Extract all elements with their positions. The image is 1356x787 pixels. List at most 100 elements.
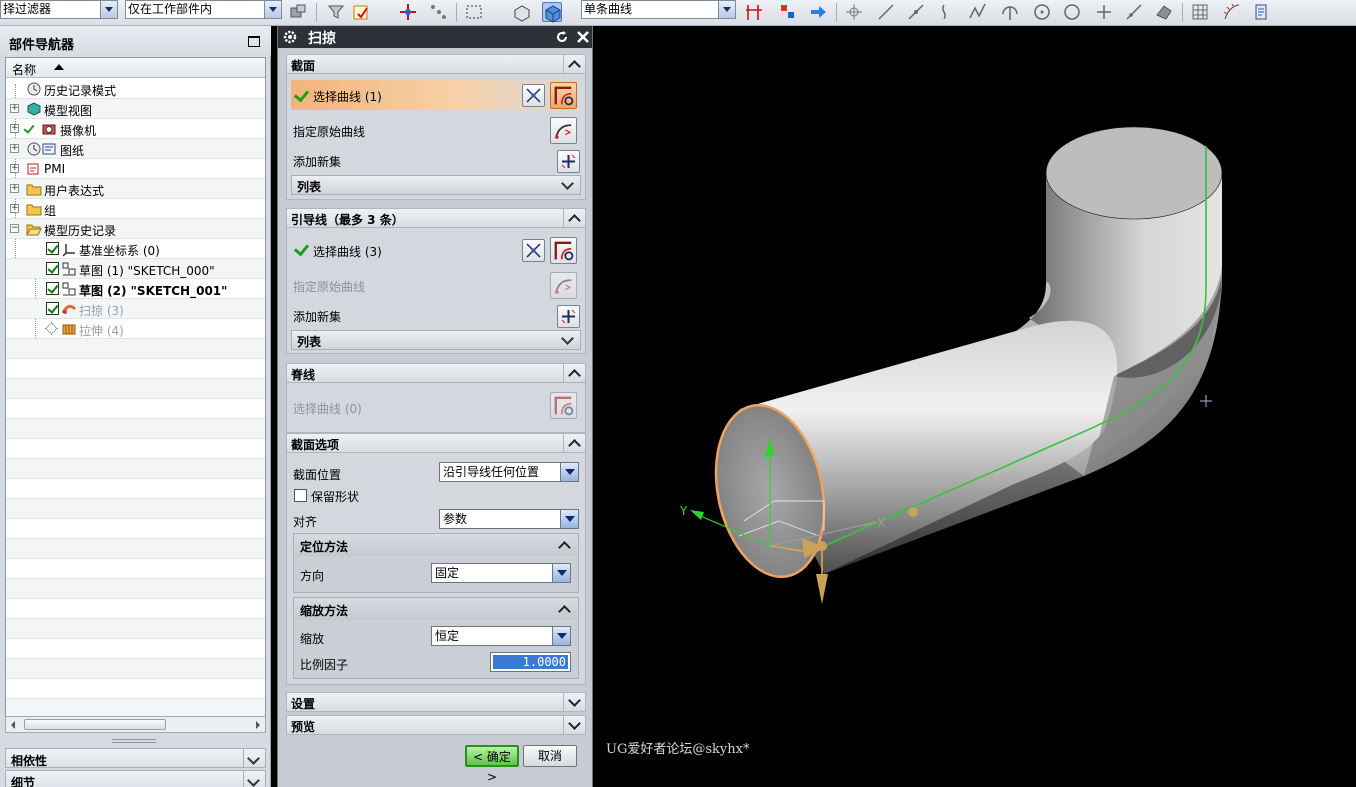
select-all-icon[interactable] bbox=[352, 2, 372, 22]
chevron-down-icon[interactable] bbox=[243, 771, 265, 787]
graphics-window[interactable]: Y X Z bbox=[594, 26, 1356, 787]
rectangle-select-icon[interactable] bbox=[464, 2, 484, 22]
dependencies-panel[interactable]: 相依性 bbox=[5, 748, 266, 768]
gear-icon[interactable] bbox=[282, 29, 298, 45]
tree-item-model-views[interactable]: + 模型视图 bbox=[6, 99, 265, 119]
chevron-down-icon[interactable] bbox=[563, 693, 585, 711]
expand-icon[interactable]: + bbox=[10, 204, 19, 213]
preview-group-header[interactable]: 预览 bbox=[286, 715, 586, 735]
chevron-down-icon[interactable] bbox=[563, 716, 585, 734]
add-new-set-button[interactable] bbox=[557, 150, 580, 173]
tree-item-swept[interactable]: 扫掠 (3) bbox=[6, 299, 265, 319]
section-group-header[interactable]: 截面 bbox=[286, 54, 586, 74]
orientation-direction-dropdown[interactable]: 固定 bbox=[431, 563, 571, 583]
point-on-face-icon[interactable] bbox=[1154, 2, 1174, 22]
snap-point-icon[interactable] bbox=[398, 2, 418, 22]
tree-item-groups[interactable]: + 组 bbox=[6, 199, 265, 219]
grid-icon[interactable] bbox=[1190, 2, 1210, 22]
collapse-icon[interactable]: − bbox=[10, 224, 19, 233]
shaded-view-icon[interactable] bbox=[542, 2, 562, 23]
selection-filter-icon[interactable] bbox=[326, 2, 346, 22]
expand-icon[interactable]: + bbox=[10, 144, 19, 153]
orientation-method-header[interactable]: 定位方法 bbox=[294, 534, 578, 556]
expand-icon[interactable]: + bbox=[10, 104, 19, 113]
intersection-point-icon[interactable] bbox=[968, 2, 988, 22]
scaling-method-header[interactable]: 缩放方法 bbox=[294, 598, 578, 620]
tree-item-sketch-001[interactable]: 草图 (2) "SKETCH_001" bbox=[6, 279, 265, 299]
point-on-curve-icon[interactable] bbox=[1124, 2, 1144, 22]
follow-fillet-icon[interactable] bbox=[778, 2, 798, 22]
point-snap-icon[interactable] bbox=[844, 2, 864, 22]
cancel-button[interactable]: 取消 bbox=[523, 745, 577, 767]
curvature-comb-icon[interactable] bbox=[1222, 2, 1242, 22]
chevron-down-icon[interactable] bbox=[243, 749, 265, 767]
guides-list-toggle[interactable]: 列表 bbox=[291, 330, 581, 350]
tree-item-pmi[interactable]: + PMI bbox=[6, 159, 265, 179]
guides-add-new-set-button[interactable] bbox=[557, 305, 580, 328]
preserve-shape-checkbox[interactable] bbox=[294, 489, 307, 502]
settings-group-header[interactable]: 设置 bbox=[286, 692, 586, 712]
section-list-toggle[interactable]: 列表 bbox=[291, 175, 581, 195]
tree-item-sketch-000[interactable]: 草图 (1) "SKETCH_000" bbox=[6, 259, 265, 279]
section-position-dropdown[interactable]: 沿引导线任何位置 bbox=[439, 462, 579, 482]
reset-icon[interactable] bbox=[554, 29, 570, 45]
horizontal-scrollbar[interactable] bbox=[5, 716, 266, 733]
circle-center-icon[interactable] bbox=[1032, 2, 1052, 22]
scroll-left-icon[interactable] bbox=[11, 721, 15, 729]
visibility-checkbox[interactable] bbox=[46, 282, 59, 295]
select-curve-button[interactable] bbox=[550, 82, 577, 109]
close-icon[interactable] bbox=[574, 28, 592, 46]
tree-item-drawings[interactable]: + 图纸 bbox=[6, 139, 265, 159]
midpoint-icon[interactable] bbox=[906, 2, 926, 22]
guides-specify-origin-button[interactable] bbox=[550, 272, 577, 299]
column-header-name[interactable]: 名称 bbox=[6, 58, 265, 78]
tree-item-extrude[interactable]: 拉伸 (4) bbox=[6, 319, 265, 339]
spine-group-header[interactable]: 脊线 bbox=[286, 363, 586, 383]
spine-select-curve-button[interactable] bbox=[550, 392, 577, 419]
endpoint-icon[interactable] bbox=[876, 2, 896, 22]
point-constructor-icon[interactable] bbox=[428, 2, 448, 22]
tree-item-model-history[interactable]: − 模型历史记录 bbox=[6, 219, 265, 239]
chevron-up-icon[interactable] bbox=[563, 434, 585, 452]
scaling-dropdown[interactable]: 恒定 bbox=[431, 626, 571, 646]
scrollbar-thumb[interactable] bbox=[24, 719, 166, 730]
ok-button[interactable]: < 确定 > bbox=[465, 745, 519, 784]
tree-item-cameras[interactable]: + 摄像机 bbox=[6, 119, 265, 139]
alignment-dropdown[interactable]: 参数 bbox=[439, 509, 579, 529]
tree-item-datum-csys[interactable]: 基准坐标系 (0) bbox=[6, 239, 265, 259]
details-panel[interactable]: 细节 bbox=[5, 770, 266, 787]
scale-factor-input[interactable]: 1.0000 bbox=[490, 652, 571, 672]
splitter-handle[interactable] bbox=[112, 739, 156, 743]
maximize-icon[interactable] bbox=[248, 36, 260, 47]
chevron-up-icon[interactable] bbox=[563, 364, 585, 382]
tree-item-user-expressions[interactable]: + 用户表达式 bbox=[6, 179, 265, 199]
guides-select-curve-button[interactable] bbox=[550, 237, 577, 264]
assembly-filter-icon[interactable] bbox=[288, 2, 308, 22]
existing-point-icon[interactable] bbox=[1094, 2, 1114, 22]
visibility-checkbox[interactable] bbox=[46, 302, 59, 315]
specify-origin-curve-button[interactable] bbox=[550, 117, 577, 144]
tree-item-history-mode[interactable]: 历史记录模式 bbox=[6, 79, 265, 99]
expand-icon[interactable]: + bbox=[10, 164, 19, 173]
guides-group-header[interactable]: 引导线（最多 3 条） bbox=[286, 208, 586, 228]
curve-rule-button[interactable] bbox=[522, 84, 545, 107]
expand-icon[interactable]: + bbox=[10, 124, 19, 133]
visibility-checkbox[interactable] bbox=[46, 262, 59, 275]
scroll-right-icon[interactable] bbox=[256, 721, 260, 729]
swept-pipe-model[interactable] bbox=[594, 26, 1356, 787]
type-filter-dropdown[interactable]: 择过滤器 bbox=[0, 0, 118, 19]
guides-curve-rule-button[interactable] bbox=[522, 239, 545, 262]
control-point-icon[interactable] bbox=[938, 2, 958, 22]
selection-scope-dropdown[interactable]: 仅在工作部件内 bbox=[125, 0, 282, 19]
wireframe-shaded-icon[interactable] bbox=[512, 2, 532, 22]
arrow-right-icon[interactable] bbox=[808, 2, 828, 22]
quadrant-point-icon[interactable] bbox=[1062, 2, 1082, 22]
section-options-header[interactable]: 截面选项 bbox=[286, 433, 586, 453]
chevron-up-icon[interactable] bbox=[563, 209, 585, 227]
curve-rule-dropdown[interactable]: 单条曲线 bbox=[581, 0, 736, 19]
stop-at-intersection-icon[interactable] bbox=[744, 2, 764, 22]
visibility-checkbox[interactable] bbox=[46, 242, 59, 255]
arc-center-icon[interactable] bbox=[1000, 2, 1020, 22]
analysis-icon[interactable] bbox=[1252, 2, 1272, 22]
expand-icon[interactable]: + bbox=[10, 184, 19, 193]
